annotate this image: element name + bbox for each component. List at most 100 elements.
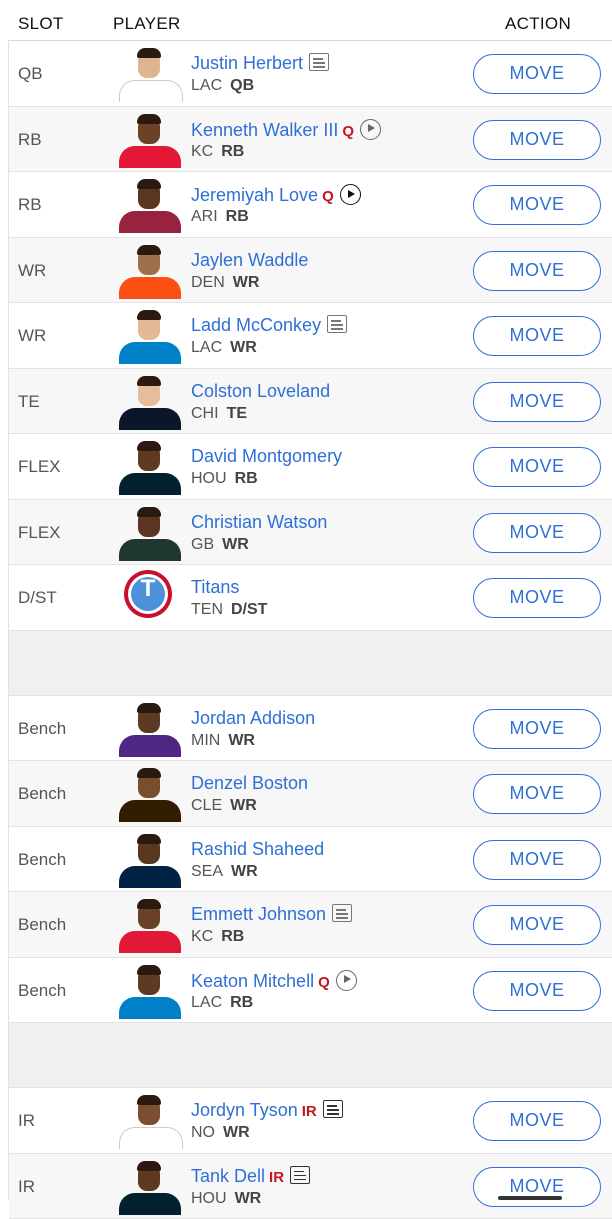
move-button[interactable]: MOVE [473,578,601,618]
position-label: RB [221,143,244,160]
move-button[interactable]: MOVE [473,905,601,945]
slot-label: TE [18,392,40,412]
player-headshot[interactable] [115,179,185,233]
player-name-link[interactable]: Keaton Mitchell [191,971,314,991]
left-edge-divider [0,40,9,1200]
player-headshot[interactable] [115,1095,185,1149]
move-button[interactable]: MOVE [473,709,601,749]
player-name-link[interactable]: Christian Watson [191,512,327,532]
roster-row: BenchDenzel BostonCLEWRMOVE [9,761,612,827]
video-play-icon[interactable] [336,970,357,991]
slot-label: Bench [18,915,66,935]
player-name-link[interactable]: Justin Herbert [191,53,303,73]
player-headshot[interactable] [115,376,185,430]
injury-status-badge: Q [318,974,330,991]
player-name-link[interactable]: Rashid Shaheed [191,839,324,859]
player-headshot[interactable] [115,703,185,757]
team-logo[interactable]: T [124,570,172,618]
player-team-position: NOWR [191,1124,250,1142]
roster-row: WRJaylen WaddleDENWRMOVE [9,238,612,304]
move-button[interactable]: MOVE [473,382,601,422]
roster-row: FLEXDavid MontgomeryHOURBMOVE [9,434,612,500]
move-button[interactable]: MOVE [473,1101,601,1141]
move-button[interactable]: MOVE [473,774,601,814]
roster-row: BenchJordan AddisonMINWRMOVE [9,696,612,762]
player-headshot[interactable] [115,965,185,1019]
roster-row: BenchRashid ShaheedSEAWRMOVE [9,827,612,893]
news-icon[interactable] [332,904,352,922]
move-button[interactable]: MOVE [473,971,601,1011]
player-name-line: Ladd McConkey [191,315,347,336]
team-abbrev: LAC [191,77,222,94]
position-label: WR [231,863,258,880]
slot-label: Bench [18,719,66,739]
scroll-indicator[interactable] [498,1196,562,1200]
position-label: WR [230,339,257,356]
position-label: WR [223,1124,250,1141]
player-name-link[interactable]: Titans [191,577,239,597]
move-button[interactable]: MOVE [473,513,601,553]
player-name-link[interactable]: Emmett Johnson [191,904,326,924]
player-team-position: LACRB [191,994,253,1012]
roster-table-header: SLOT PLAYER ACTION [0,4,612,41]
player-name-link[interactable]: Jordyn Tyson [191,1100,298,1120]
injury-status-badge: IR [269,1169,284,1186]
move-button[interactable]: MOVE [473,120,601,160]
player-team-position: ARIRB [191,208,249,226]
news-icon[interactable] [323,1100,343,1118]
position-label: TE [227,405,247,422]
player-name-line: Tank DellIR [191,1166,310,1187]
player-name-line: Titans [191,577,239,598]
player-headshot[interactable] [115,48,185,102]
team-logo-letter: T [124,575,172,603]
move-button[interactable]: MOVE [473,185,601,225]
move-button[interactable]: MOVE [473,251,601,291]
top-border [0,0,612,3]
player-name-link[interactable]: Jordan Addison [191,708,315,728]
player-team-position: DENWR [191,274,259,292]
news-icon[interactable] [309,53,329,71]
move-button[interactable]: MOVE [473,840,601,880]
player-name-line: Jeremiyah LoveQ [191,184,361,206]
player-name-link[interactable]: Kenneth Walker III [191,120,338,140]
player-name-link[interactable]: Tank Dell [191,1166,265,1186]
video-play-icon[interactable] [340,184,361,205]
player-name-link[interactable]: David Montgomery [191,446,342,466]
team-abbrev: CHI [191,405,219,422]
player-name-link[interactable]: Ladd McConkey [191,315,321,335]
move-button[interactable]: MOVE [473,316,601,356]
player-name-link[interactable]: Colston Loveland [191,381,330,401]
player-headshot[interactable] [115,834,185,888]
move-button[interactable]: MOVE [473,54,601,94]
video-play-icon[interactable] [360,119,381,140]
position-label: RB [235,470,258,487]
news-icon[interactable] [327,315,347,333]
player-headshot[interactable] [115,1161,185,1215]
slot-label: Bench [18,850,66,870]
roster-row: IRTank DellIRHOUWRMOVE [9,1154,612,1219]
player-name-link[interactable]: Jaylen Waddle [191,250,308,270]
player-headshot[interactable] [115,245,185,299]
team-abbrev: GB [191,536,214,553]
move-button[interactable]: MOVE [473,1167,601,1207]
slot-label: Bench [18,981,66,1001]
player-name-link[interactable]: Jeremiyah Love [191,185,318,205]
slot-label: IR [18,1177,35,1197]
player-column-header: PLAYER [113,14,181,34]
player-headshot[interactable] [115,899,185,953]
player-name-line: David Montgomery [191,446,342,467]
player-headshot[interactable] [115,507,185,561]
player-headshot[interactable] [115,310,185,364]
player-headshot[interactable] [115,114,185,168]
position-label: D/ST [231,601,267,618]
player-team-position: LACQB [191,77,254,95]
player-headshot[interactable] [115,768,185,822]
slot-label: RB [18,195,42,215]
roster-row: TE Colston Loveland CHI TE MOVE [9,369,612,435]
player-name-line: Jordyn TysonIR [191,1100,343,1121]
player-name-link[interactable]: Denzel Boston [191,773,308,793]
player-name-line: Jordan Addison [191,708,315,729]
news-icon[interactable] [290,1166,310,1184]
player-headshot[interactable] [115,441,185,495]
move-button[interactable]: MOVE [473,447,601,487]
